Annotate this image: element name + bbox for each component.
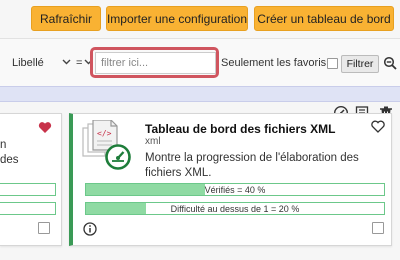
heart-outline-icon[interactable] [371, 120, 385, 138]
progress-difficulty-label: Difficulté au dessus de 1 = 20 % [170, 203, 300, 214]
heart-filled-icon[interactable] [38, 121, 52, 139]
card-select-checkbox[interactable] [372, 222, 384, 234]
zoom-out-icon[interactable] [383, 56, 397, 70]
refresh-button[interactable]: Rafraîchir [31, 6, 101, 31]
xml-dashboard-card[interactable]: </> Tableau de bord des fichiers XML xml… [69, 113, 392, 246]
svg-text:</>: </> [97, 129, 112, 138]
import-config-button[interactable]: Importer une configuration [106, 6, 248, 31]
left-card-checkbox[interactable] [38, 222, 50, 234]
operator-select[interactable]: = [76, 57, 82, 69]
card-subtitle: xml [145, 136, 161, 147]
progress-verified: Vérifiés = 40 % [85, 183, 385, 196]
card-title[interactable]: Tableau de bord des fichiers XML [145, 122, 335, 136]
progress-difficulty: Difficulté au dessus de 1 = 20 % [85, 202, 385, 215]
chevron-down-icon[interactable] [61, 56, 72, 70]
favorites-label: Seulement les favoris = [221, 57, 336, 69]
left-card-text-1: n [0, 139, 7, 151]
progress-verified-label: Vérifiés = 40 % [204, 184, 266, 195]
info-icon[interactable] [83, 222, 97, 241]
filter-button[interactable]: Filtrer [341, 55, 379, 73]
search-input[interactable] [95, 52, 216, 74]
card-description: Montre la progression de l'élaboration d… [145, 152, 359, 179]
filter-bar: Libellé = Seulement les favoris = Filtre… [0, 38, 400, 86]
left-card-text-2: des [0, 154, 19, 166]
progress-gauge-icon [105, 144, 131, 175]
operator-chevron-icon[interactable] [83, 56, 94, 70]
top-toolbar: Rafraîchir Importer une configuration Cr… [0, 0, 400, 38]
left-dashboard-card[interactable]: n des [0, 113, 62, 246]
create-dashboard-button[interactable]: Créer un tableau de bord [254, 6, 394, 31]
field-select[interactable]: Libellé [12, 57, 44, 69]
separator-bar [0, 86, 400, 102]
left-progress-1 [0, 183, 56, 196]
favorites-checkbox[interactable] [327, 58, 338, 69]
left-progress-2 [0, 202, 56, 215]
